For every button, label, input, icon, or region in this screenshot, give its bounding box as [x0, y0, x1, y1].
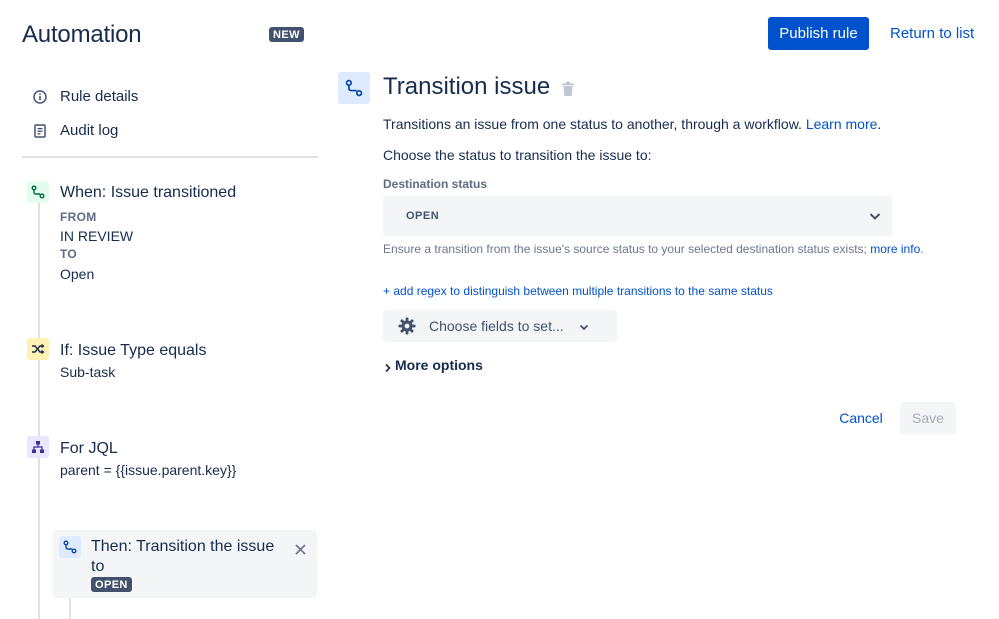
chevron-right-icon	[383, 360, 393, 373]
condition-value: Sub-task	[60, 364, 116, 380]
description-text: Transitions an issue from one status to …	[383, 116, 802, 132]
add-regex-link[interactable]: + add regex to distinguish between multi…	[383, 284, 773, 298]
hierarchy-icon	[27, 436, 49, 458]
branch-title: For JQL	[60, 440, 118, 457]
nav-audit-log-label: Audit log	[60, 122, 119, 139]
trigger-to-label: TO	[60, 247, 78, 261]
choose-fields-label: Choose fields to set...	[429, 318, 564, 334]
page-title: Transition issue	[383, 73, 551, 100]
learn-more-link[interactable]: Learn more	[806, 116, 878, 132]
step-action[interactable]: Then: Transition the issue to OPEN	[53, 530, 317, 598]
transition-icon	[59, 536, 81, 558]
trigger-from-label: FROM	[60, 210, 97, 224]
destination-status-label: Destination status	[383, 177, 488, 191]
choose-status-text: Choose the status to transition the issu…	[383, 147, 652, 163]
nav-rule-details-label: Rule details	[60, 88, 139, 105]
hint-text: Ensure a transition from the issue's sou…	[383, 242, 867, 256]
timeline-line	[38, 200, 40, 619]
save-button[interactable]: Save	[900, 402, 956, 434]
more-options-toggle[interactable]: More options	[383, 357, 483, 373]
trigger-title: When: Issue transitioned	[60, 184, 237, 201]
info-icon	[32, 89, 48, 105]
transition-icon	[27, 181, 49, 203]
trigger-to-value: Open	[60, 266, 95, 282]
action-status-badge: OPEN	[91, 577, 132, 592]
return-to-list-link[interactable]: Return to list	[890, 25, 974, 42]
choose-fields-button[interactable]: Choose fields to set...	[383, 310, 617, 342]
app-title: Automation	[22, 21, 142, 48]
more-info-link[interactable]: more info	[870, 242, 920, 256]
gear-icon	[397, 316, 417, 336]
nav-rule-details[interactable]: Rule details	[32, 88, 138, 105]
condition-title: If: Issue Type equals	[60, 342, 207, 359]
publish-rule-button[interactable]: Publish rule	[768, 17, 869, 50]
new-badge: NEW	[269, 27, 304, 42]
transition-hint: Ensure a transition from the issue's sou…	[383, 242, 924, 256]
action-description: Transitions an issue from one status to …	[383, 116, 882, 132]
destination-status-value: OPEN	[406, 210, 440, 222]
more-options-label: More options	[395, 357, 483, 373]
chevron-down-icon	[578, 320, 590, 332]
document-icon	[32, 123, 48, 139]
destination-status-select[interactable]: OPEN	[383, 196, 892, 236]
trash-icon[interactable]	[561, 81, 575, 97]
branch-value: parent = {{issue.parent.key}}	[60, 462, 237, 478]
shuffle-icon	[27, 338, 49, 360]
nav-audit-log[interactable]: Audit log	[32, 122, 118, 139]
action-title: Then: Transition the issue to	[91, 538, 275, 575]
close-icon[interactable]	[293, 544, 307, 558]
chevron-down-icon	[868, 209, 882, 223]
cancel-button[interactable]: Cancel	[830, 402, 892, 434]
transition-icon	[338, 72, 370, 104]
sidebar-divider	[22, 156, 318, 158]
trigger-from-value: IN REVIEW	[60, 228, 134, 244]
